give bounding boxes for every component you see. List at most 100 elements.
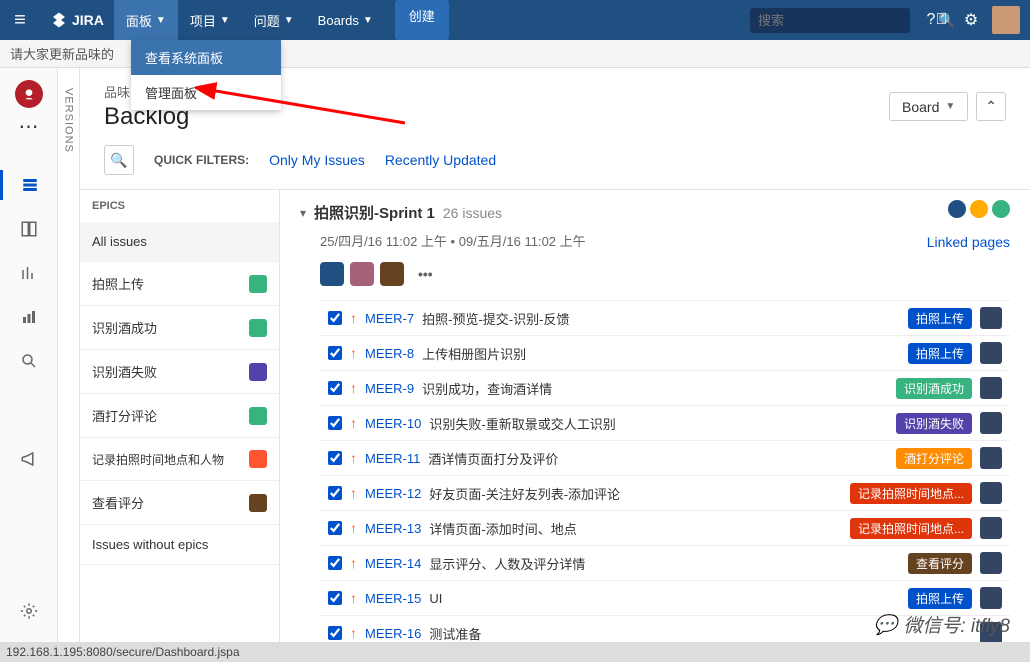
assignee-avatar[interactable] <box>980 447 1002 469</box>
scroll-top-button[interactable]: ⌃ <box>976 92 1006 121</box>
epic-color-swatch <box>249 494 267 512</box>
issue-checkbox[interactable] <box>328 346 342 360</box>
chart-icon[interactable] <box>9 258 49 288</box>
user-avatar[interactable] <box>992 6 1020 34</box>
assignee-avatar[interactable] <box>980 377 1002 399</box>
filter-swatch[interactable] <box>320 262 344 286</box>
epic-badge[interactable]: 拍照上传 <box>908 588 972 609</box>
assignee-avatar[interactable] <box>980 342 1002 364</box>
epic-item[interactable]: 识别酒失败 <box>80 350 279 394</box>
filter-only-my-issues[interactable]: Only My Issues <box>269 152 365 168</box>
sprint-collapse-icon[interactable]: ▾ <box>300 206 306 220</box>
sprint-name[interactable]: 拍照识别-Sprint 1 <box>314 202 435 223</box>
search-input[interactable] <box>758 13 934 28</box>
epic-badge[interactable]: 识别酒成功 <box>896 378 972 399</box>
sprint-status-dots[interactable] <box>948 200 1010 218</box>
filter-swatch[interactable] <box>380 262 404 286</box>
epic-issues-without-epics[interactable]: Issues without epics <box>80 525 279 565</box>
nav-item-projects[interactable]: 项目▼ <box>178 0 242 40</box>
epic-badge[interactable]: 识别酒失败 <box>896 413 972 434</box>
epic-badge[interactable]: 查看评分 <box>908 553 972 574</box>
issue-key[interactable]: MEER-15 <box>365 591 421 606</box>
epic-badge[interactable]: 记录拍照时间地点... <box>850 483 972 504</box>
linked-pages-link[interactable]: Linked pages <box>927 234 1010 250</box>
issue-key[interactable]: MEER-7 <box>365 311 414 326</box>
issue-row[interactable]: ↑ MEER-10 识别失败-重新取景或交人工识别 识别酒失败 <box>320 405 1010 440</box>
assignee-avatar[interactable] <box>980 307 1002 329</box>
board-icon[interactable] <box>9 214 49 244</box>
board-dropdown-button[interactable]: Board▼ <box>889 92 968 121</box>
filter-search-button[interactable]: 🔍 <box>104 145 134 175</box>
issue-checkbox[interactable] <box>328 591 342 605</box>
issue-row[interactable]: ↑ MEER-7 拍照-预览-提交-识别-反馈 拍照上传 <box>320 300 1010 335</box>
issue-key[interactable]: MEER-10 <box>365 416 421 431</box>
assignee-avatar[interactable] <box>980 412 1002 434</box>
project-avatar[interactable] <box>15 80 43 108</box>
announce-icon[interactable] <box>9 444 49 474</box>
issue-checkbox[interactable] <box>328 311 342 325</box>
epic-item[interactable]: 酒打分评论 <box>80 394 279 438</box>
epic-badge[interactable]: 酒打分评论 <box>896 448 972 469</box>
epic-badge[interactable]: 拍照上传 <box>908 308 972 329</box>
assignee-avatar[interactable] <box>980 587 1002 609</box>
filter-recently-updated[interactable]: Recently Updated <box>385 152 496 168</box>
epic-item[interactable]: 拍照上传 <box>80 262 279 306</box>
filter-swatch[interactable] <box>350 262 374 286</box>
nav-item-issues[interactable]: 问题▼ <box>242 0 306 40</box>
epic-badge[interactable]: 记录拍照时间地点... <box>850 518 972 539</box>
epic-item[interactable]: 记录拍照时间地点和人物 <box>80 438 279 481</box>
issue-row[interactable]: ↑ MEER-13 详情页面-添加时间、地点 记录拍照时间地点... <box>320 510 1010 545</box>
issue-row[interactable]: ↑ MEER-14 显示评分、人数及评分详情 查看评分 <box>320 545 1010 580</box>
backlog-icon[interactable] <box>0 170 58 200</box>
issue-key[interactable]: MEER-8 <box>365 346 414 361</box>
more-icon[interactable]: ••• <box>418 266 433 282</box>
nav-item-boards[interactable]: Boards▼ <box>306 0 385 40</box>
issue-summary: 识别失败-重新取景或交人工识别 <box>429 414 888 433</box>
issue-checkbox[interactable] <box>328 381 342 395</box>
issue-row[interactable]: ↑ MEER-16 测试准备 <box>320 615 1010 642</box>
create-button[interactable]: 创建 <box>395 0 449 40</box>
issue-checkbox[interactable] <box>328 556 342 570</box>
issue-key[interactable]: MEER-16 <box>365 626 421 641</box>
issue-checkbox[interactable] <box>328 626 342 640</box>
issue-row[interactable]: ↑ MEER-15 UI 拍照上传 <box>320 580 1010 615</box>
assignee-avatar[interactable] <box>980 622 1002 642</box>
epic-item[interactable]: 查看评分 <box>80 481 279 525</box>
status-todo-ball <box>948 200 966 218</box>
settings-gear-icon[interactable] <box>9 596 49 626</box>
priority-high-icon: ↑ <box>350 520 357 536</box>
dropdown-manage-boards[interactable]: 管理面板 <box>131 75 281 110</box>
dropdown-view-system-board[interactable]: 查看系统面板 <box>131 40 281 75</box>
search-box[interactable]: 🔍 <box>750 8 910 33</box>
issue-key[interactable]: MEER-14 <box>365 556 421 571</box>
issue-checkbox[interactable] <box>328 521 342 535</box>
issue-row[interactable]: ↑ MEER-12 好友页面-关注好友列表-添加评论 记录拍照时间地点... <box>320 475 1010 510</box>
issue-checkbox[interactable] <box>328 416 342 430</box>
more-dots-icon[interactable]: ⋯ <box>19 122 39 132</box>
issue-key[interactable]: MEER-12 <box>365 486 421 501</box>
issue-summary: 酒详情页面打分及评价 <box>428 449 888 468</box>
versions-tab[interactable]: VERSIONS <box>58 68 80 642</box>
issue-key[interactable]: MEER-11 <box>365 451 420 466</box>
epic-item[interactable]: 识别酒成功 <box>80 306 279 350</box>
issue-key[interactable]: MEER-13 <box>365 521 421 536</box>
reports-icon[interactable] <box>9 302 49 332</box>
issue-key[interactable]: MEER-9 <box>365 381 414 396</box>
gear-icon[interactable]: ⚙ <box>954 10 988 30</box>
zoom-icon[interactable] <box>9 346 49 376</box>
issue-checkbox[interactable] <box>328 486 342 500</box>
issue-row[interactable]: ↑ MEER-8 上传相册图片识别 拍照上传 <box>320 335 1010 370</box>
assignee-avatar[interactable] <box>980 482 1002 504</box>
assignee-avatar[interactable] <box>980 552 1002 574</box>
assignee-avatar[interactable] <box>980 517 1002 539</box>
nav-item-boards-panel[interactable]: 面板▼ <box>114 0 178 40</box>
epic-badge[interactable]: 拍照上传 <box>908 343 972 364</box>
issue-row[interactable]: ↑ MEER-11 酒详情页面打分及评价 酒打分评论 <box>320 440 1010 475</box>
status-progress-ball <box>970 200 988 218</box>
issue-checkbox[interactable] <box>328 451 342 465</box>
issue-row[interactable]: ↑ MEER-9 识别成功，查询酒详情 识别酒成功 <box>320 370 1010 405</box>
epic-all-issues[interactable]: All issues <box>80 222 279 262</box>
hamburger-icon[interactable]: ≡ <box>0 9 40 32</box>
help-icon[interactable]: ?⃝ <box>920 11 954 29</box>
jira-logo[interactable]: JIRA <box>40 11 114 29</box>
